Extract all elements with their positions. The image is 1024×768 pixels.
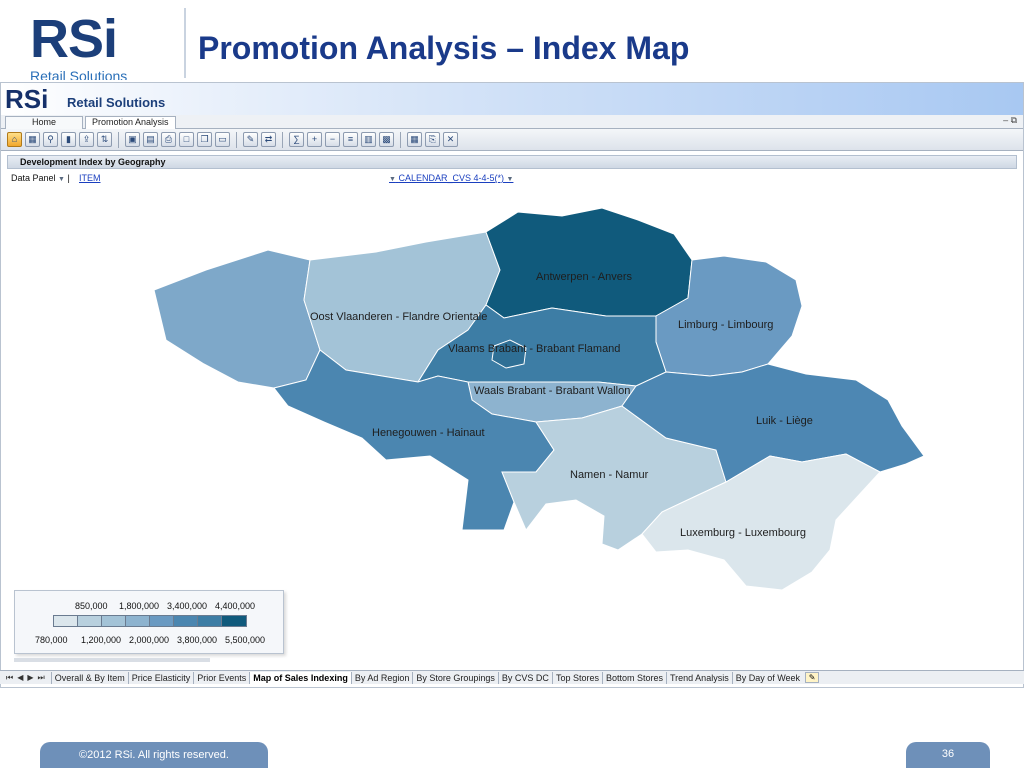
slide: RSi Retail Solutions Promotion Analysis … [0, 0, 1024, 768]
label-waals-brabant: Waals Brabant - Brabant Wallon [474, 385, 630, 397]
slide-title: Promotion Analysis – Index Map [198, 30, 690, 66]
region-west-vlaanderen[interactable] [153, 249, 321, 389]
legend-top-value: 850,000 [75, 601, 108, 611]
legend-bottom-value: 1,200,000 [81, 635, 122, 645]
legend-color-strip [53, 615, 247, 627]
legend-swatch [222, 616, 246, 626]
header-divider [184, 8, 186, 78]
banner-subtitle: Retail Solutions [67, 95, 166, 110]
last-sheet-icon[interactable]: ⏭ [38, 673, 45, 683]
banner-logo: RSi [5, 84, 49, 114]
label-luik: Luik - Liège [756, 415, 813, 427]
map-legend: 850,000 1,800,000 3,400,000 4,400,000 780,0… [14, 590, 284, 654]
legend-bottom-value: 5,500,000 [225, 635, 266, 645]
legend-swatch [150, 616, 174, 626]
next-sheet-icon[interactable]: ▶ [27, 673, 33, 683]
add-sheet-icon[interactable]: ✎ [805, 672, 820, 683]
label-henegouwen: Henegouwen - Hainaut [372, 427, 485, 439]
rsi-logo: RSi Retail Solutions [30, 12, 170, 80]
sheet-tab[interactable]: Price Elasticity [127, 671, 194, 684]
label-vlaams-brabant: Vlaams Brabant - Brabant Flamand [448, 343, 620, 355]
sheet-tab[interactable]: By CVS DC [497, 671, 552, 684]
logo-mark: RSi [30, 12, 118, 69]
label-limburg: Limburg - Limbourg [678, 319, 773, 331]
app-banner: RSi Retail Solutions [1, 83, 1023, 115]
sheet-tabs: ⏮ ◀ ▶ ⏭ Overall & By Item Price Elasticit… [0, 670, 1024, 684]
legend-swatch [102, 616, 126, 626]
footer-page-number: 36 [906, 742, 990, 768]
legend-top-value: 1,800,000 [119, 601, 160, 611]
sheet-tab[interactable]: Top Stores [551, 671, 602, 684]
sheet-tab[interactable]: By Store Groupings [412, 671, 498, 684]
sheet-tab[interactable]: By Ad Region [350, 671, 413, 684]
legend-swatch [174, 616, 198, 626]
label-namen: Namen - Namur [570, 469, 649, 481]
logo-subtitle: Retail Solutions [30, 68, 128, 80]
label-luxemburg: Luxemburg - Luxembourg [680, 527, 806, 539]
legend-swatch [126, 616, 150, 626]
legend-scrollbar[interactable] [14, 658, 210, 662]
sheet-tab[interactable]: Bottom Stores [601, 671, 666, 684]
label-antwerpen: Antwerpen - Anvers [536, 271, 632, 283]
sheet-tab[interactable]: Map of Sales Indexing [249, 671, 351, 684]
map-svg: Antwerpen - Anvers Oost Vlaanderen - Fla… [153, 207, 925, 590]
sheet-tab[interactable]: By Day of Week [731, 671, 803, 684]
belgium-index-map: Antwerpen - Anvers Oost Vlaanderen - Fla… [6, 120, 1016, 590]
legend-bottom-value: 780,000 [35, 635, 68, 645]
legend-swatch [78, 616, 102, 626]
legend-swatch [54, 616, 78, 626]
legend-bottom-value: 2,000,000 [129, 635, 170, 645]
legend-bottom-value: 3,800,000 [177, 635, 218, 645]
label-oost-vlaanderen: Oost Vlaanderen - Flandre Orientale [310, 311, 487, 323]
footer-copyright: ©2012 RSi. All rights reserved. [40, 742, 268, 768]
legend-swatch [198, 616, 222, 626]
prev-sheet-icon[interactable]: ◀ [17, 673, 23, 683]
legend-top-value: 4,400,000 [215, 601, 256, 611]
sheet-nav: ⏮ ◀ ▶ ⏭ [0, 673, 51, 683]
first-sheet-icon[interactable]: ⏮ [6, 673, 13, 683]
legend-top-value: 3,400,000 [167, 601, 208, 611]
sheet-tab[interactable]: Prior Events [193, 671, 249, 684]
sheet-tab[interactable]: Trend Analysis [666, 671, 732, 684]
sheet-tab[interactable]: Overall & By Item [50, 671, 128, 684]
region-antwerpen[interactable] [485, 207, 693, 319]
